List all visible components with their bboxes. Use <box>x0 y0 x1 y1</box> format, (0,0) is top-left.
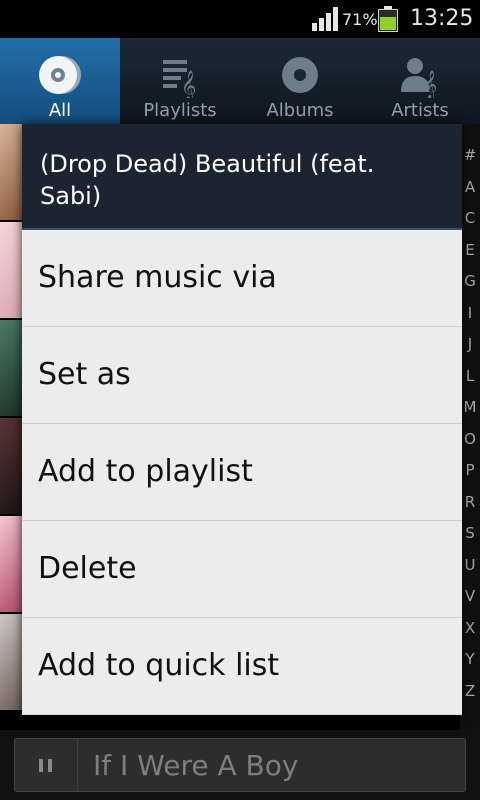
context-menu-dialog: (Drop Dead) Beautiful (feat. Sabi) Share… <box>22 124 462 718</box>
tab-albums[interactable]: Albums <box>240 38 360 124</box>
album-cover[interactable] <box>0 418 22 514</box>
disc-icon <box>39 56 81 94</box>
tab-artists[interactable]: 𝄞 Artists <box>360 38 480 124</box>
menu-item-add-to-playlist[interactable]: Add to playlist <box>22 424 462 521</box>
album-cover[interactable] <box>0 516 22 612</box>
album-cover[interactable] <box>0 320 22 416</box>
menu-item-label: Add to quick list <box>38 648 280 683</box>
index-letter[interactable]: M <box>460 398 480 416</box>
album-cover[interactable] <box>0 222 22 318</box>
index-letter[interactable]: O <box>460 430 480 448</box>
album-list-background <box>0 124 22 730</box>
index-letter[interactable]: X <box>460 619 480 637</box>
menu-item-label: Share music via <box>38 260 277 295</box>
index-letter[interactable]: R <box>460 493 480 511</box>
index-letter[interactable]: V <box>460 587 480 605</box>
dialog-title: (Drop Dead) Beautiful (feat. Sabi) <box>40 150 375 210</box>
battery-icon <box>378 6 398 32</box>
playlist-icon: 𝄞 <box>163 60 196 98</box>
index-letter[interactable]: P <box>460 461 480 479</box>
clock: 13:25 <box>410 6 474 31</box>
index-letter[interactable]: S <box>460 524 480 542</box>
index-letter[interactable]: J <box>460 335 480 353</box>
tab-label: Albums <box>266 100 334 121</box>
menu-item-label: Delete <box>38 551 137 586</box>
index-letter[interactable]: L <box>460 367 480 385</box>
index-letter[interactable]: Y <box>460 650 480 668</box>
now-playing-title: If I Were A Boy <box>93 749 299 782</box>
tab-label: Artists <box>391 100 449 121</box>
tab-label: All <box>48 100 72 121</box>
menu-item-delete[interactable]: Delete <box>22 521 462 618</box>
signal-bars-icon <box>312 7 340 31</box>
album-cover[interactable] <box>0 124 22 220</box>
mini-player-bar[interactable]: If I Were A Boy <box>14 738 466 792</box>
library-tab-bar: All 𝄞 Playlists Albums 𝄞 Artists <box>0 38 480 124</box>
battery-percent: 71% <box>342 10 378 29</box>
artist-icon: 𝄞 <box>401 58 437 98</box>
pause-button[interactable] <box>15 739 78 791</box>
tab-label: Playlists <box>143 100 217 121</box>
album-cover[interactable] <box>0 614 22 710</box>
index-letter[interactable]: C <box>460 209 480 227</box>
dialog-header: (Drop Dead) Beautiful (feat. Sabi) <box>22 124 462 230</box>
index-letter[interactable]: G <box>460 272 480 290</box>
menu-item-add-to-quick-list[interactable]: Add to quick list <box>22 618 462 715</box>
index-letter[interactable]: A <box>460 178 480 196</box>
menu-item-label: Set as <box>38 357 131 392</box>
menu-item-share-music-via[interactable]: Share music via <box>22 230 462 327</box>
index-letter[interactable]: # <box>460 146 480 164</box>
mini-player: If I Were A Boy <box>0 730 480 800</box>
index-letter[interactable]: E <box>460 241 480 259</box>
svg-text:𝄞: 𝄞 <box>423 70 437 98</box>
album-icon <box>282 57 318 93</box>
menu-item-set-as[interactable]: Set as <box>22 327 462 424</box>
menu-item-label: Add to playlist <box>38 454 253 489</box>
tab-playlists[interactable]: 𝄞 Playlists <box>120 38 240 124</box>
context-menu: Share music via Set as Add to playlist D… <box>22 230 462 715</box>
index-letter[interactable]: I <box>460 304 480 322</box>
status-bar: 71% 13:25 <box>0 0 480 38</box>
alphabet-index[interactable]: # A C E G I J L M O P R S U V X Y Z <box>460 124 480 730</box>
tab-all[interactable]: All <box>0 38 120 124</box>
index-letter[interactable]: U <box>460 556 480 574</box>
svg-text:𝄞: 𝄞 <box>181 70 196 98</box>
index-letter[interactable]: Z <box>460 682 480 700</box>
